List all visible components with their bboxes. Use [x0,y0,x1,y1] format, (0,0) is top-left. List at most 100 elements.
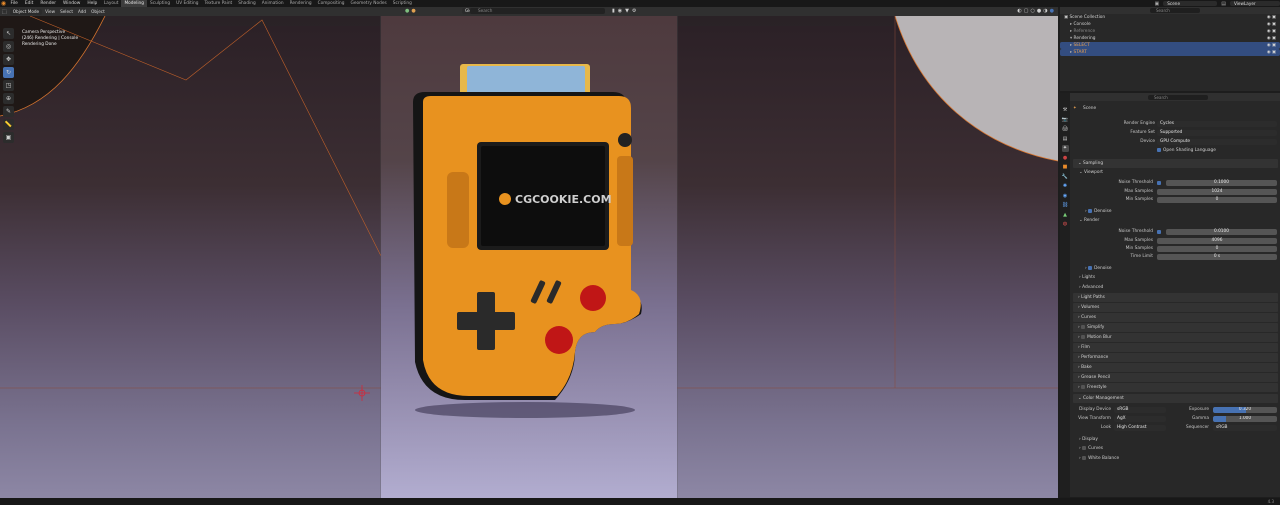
console-model[interactable]: CGCOOKIE.COM [405,62,645,422]
add-cube-tool-icon[interactable]: ▣ [3,132,14,143]
light-paths-panel[interactable]: › Light Paths [1073,293,1278,302]
filter-icon[interactable]: ● [405,8,409,14]
editor-type-icon[interactable]: ⬚ [2,9,7,15]
overlay-icon[interactable]: ◐ [1017,8,1021,14]
outliner-row[interactable]: ▸ Reference ◉ ▣ [1060,28,1280,35]
outliner-row[interactable]: ▸ START ◉ ▣ [1060,49,1280,56]
tab-compositing[interactable]: Compositing [315,0,348,7]
rotate-tool-icon[interactable]: ↻ [3,67,14,78]
visibility-toggle-icon[interactable]: ◉ ▣ [1267,35,1276,42]
measure-tool-icon[interactable]: 📏 [3,119,14,130]
osl-checkbox[interactable]: Open Shading Language [1157,147,1216,155]
data-tab-icon[interactable]: ▲ [1062,212,1069,219]
menu-render[interactable]: Render [37,0,60,7]
modifier-tab-icon[interactable]: 🔧 [1062,174,1069,181]
move-tool-icon[interactable]: ✥ [3,54,14,65]
outliner-search-input[interactable]: Search [1150,8,1200,13]
menu-help[interactable]: Help [84,0,101,7]
solid-shading-icon[interactable]: ● [1037,8,1041,14]
r-noise-checkbox[interactable] [1157,230,1161,234]
white-balance-subpanel[interactable]: › White Balance [1079,455,1119,463]
cm-curves-subpanel[interactable]: › Curves [1079,445,1103,453]
blender-logo-icon[interactable]: ◉ [0,0,7,7]
device-dropdown[interactable]: GPU Compute [1157,139,1277,145]
menu-window[interactable]: Window [60,0,84,7]
outliner-row[interactable]: ▸ Console ◉ ▣ [1060,21,1280,28]
view-layer-tab-icon[interactable]: ▤ [1062,136,1069,143]
look-dropdown[interactable]: High Contrast [1114,425,1166,431]
bake-panel[interactable]: › Bake [1073,363,1278,372]
viewport-menu-view[interactable]: View [45,9,55,14]
freestyle-panel[interactable]: › Freestyle [1073,383,1278,392]
tab-modeling[interactable]: Modeling [121,0,147,7]
select-box-tool-icon[interactable]: ↖ [3,28,14,39]
viewport-subpanel[interactable]: ⌄ Viewport [1079,169,1103,177]
performance-panel[interactable]: › Performance [1073,353,1278,362]
cursor-tool-icon[interactable]: ◎ [3,41,14,52]
particles-tab-icon[interactable]: ✺ [1062,183,1069,190]
advanced-subpanel[interactable]: › Advanced [1079,284,1103,292]
tab-shading[interactable]: Shading [235,0,258,7]
annotate-tool-icon[interactable]: ✎ [3,106,14,117]
vp-max-field[interactable]: 1024 [1157,189,1277,195]
tab-animation[interactable]: Animation [259,0,287,7]
funnel-icon[interactable]: ▼ [625,8,629,14]
display-subpanel[interactable]: › Display [1079,436,1098,444]
menu-file[interactable]: File [7,0,21,7]
display-device-dropdown[interactable]: sRGB [1114,407,1166,413]
sequencer-dropdown[interactable]: sRGB [1213,425,1277,431]
render-tab-icon[interactable]: 📷 [1062,117,1069,124]
tab-texture-paint[interactable]: Texture Paint [202,0,236,7]
search-input[interactable]: Search [470,8,605,14]
xray-icon[interactable]: ▢ [1024,8,1029,14]
scene-tab-icon[interactable]: ✦ [1061,145,1069,152]
viewport-menu-object[interactable]: Object [91,9,105,14]
outliner-row[interactable]: ▣ Scene Collection ◉ ▣ [1060,14,1280,21]
scene-field[interactable]: Scene [1163,1,1218,6]
r-noise-field[interactable]: 0.0100 [1166,229,1277,235]
vp-min-field[interactable]: 0 [1157,197,1277,203]
simplify-panel[interactable]: › Simplify [1073,323,1278,332]
mode-dropdown[interactable]: Object Mode [9,8,43,15]
filter-icon-2[interactable]: ● [411,8,415,14]
visibility-icon[interactable]: ◉ [618,8,622,14]
viewport-menu-add[interactable]: Add [78,9,86,14]
grease-pencil-panel[interactable]: › Grease Pencil [1073,373,1278,382]
film-panel[interactable]: › Film [1073,343,1278,352]
render-engine-dropdown[interactable]: Cycles [1157,121,1277,127]
visibility-toggle-icon[interactable]: ◉ ▣ [1267,14,1276,21]
constraints-tab-icon[interactable]: ⛓ [1062,202,1069,209]
r-max-field[interactable]: 4096 [1157,238,1277,244]
outliner-row[interactable]: ▸ SELECT ◉ ▣ [1060,42,1280,49]
3d-viewport[interactable]: Orientation: Default Drag: Select Box Op… [0,16,1058,498]
lights-subpanel[interactable]: › Lights [1079,274,1095,282]
transform-tool-icon[interactable]: ⊕ [3,93,14,104]
tab-geometry-nodes[interactable]: Geometry Nodes [348,0,390,7]
r-denoise-subpanel[interactable]: › Denoise [1085,265,1111,273]
time-limit-field[interactable]: 0 s [1157,254,1277,260]
material-shading-icon[interactable]: ◑ [1043,8,1047,14]
menu-edit[interactable]: Edit [21,0,37,7]
vp-denoise-subpanel[interactable]: › Denoise [1085,208,1111,216]
object-tab-icon[interactable]: ■ [1062,164,1069,171]
bookmark-icon[interactable]: ▮ [612,8,615,14]
visibility-toggle-icon[interactable]: ◉ ▣ [1267,28,1276,35]
output-tab-icon[interactable]: 🖨 [1062,126,1069,133]
volumes-panel[interactable]: › Volumes [1073,303,1278,312]
tab-scripting[interactable]: Scripting [390,0,415,7]
tab-sculpting[interactable]: Sculpting [147,0,173,7]
feature-set-dropdown[interactable]: Supported [1157,130,1277,136]
curves-panel[interactable]: › Curves [1073,313,1278,322]
tab-layout[interactable]: Layout [101,0,122,7]
tool-tab-icon[interactable]: ⚒ [1062,107,1069,114]
r-min-field[interactable]: 0 [1157,246,1277,252]
visibility-toggle-icon[interactable]: ◉ ▣ [1267,42,1276,49]
vp-noise-field[interactable]: 0.1000 [1166,180,1277,186]
motion-blur-panel[interactable]: › Motion Blur [1073,333,1278,342]
viewport-menu-select[interactable]: Select [60,9,73,14]
view-layer-field[interactable]: ViewLayer [1230,1,1280,6]
sampling-panel-header[interactable]: ⌄ Sampling [1073,159,1278,168]
material-tab-icon[interactable]: ◍ [1062,221,1069,228]
rendered-shading-icon[interactable]: ● [1050,8,1054,14]
settings-icon[interactable]: ⚙ [632,8,636,14]
